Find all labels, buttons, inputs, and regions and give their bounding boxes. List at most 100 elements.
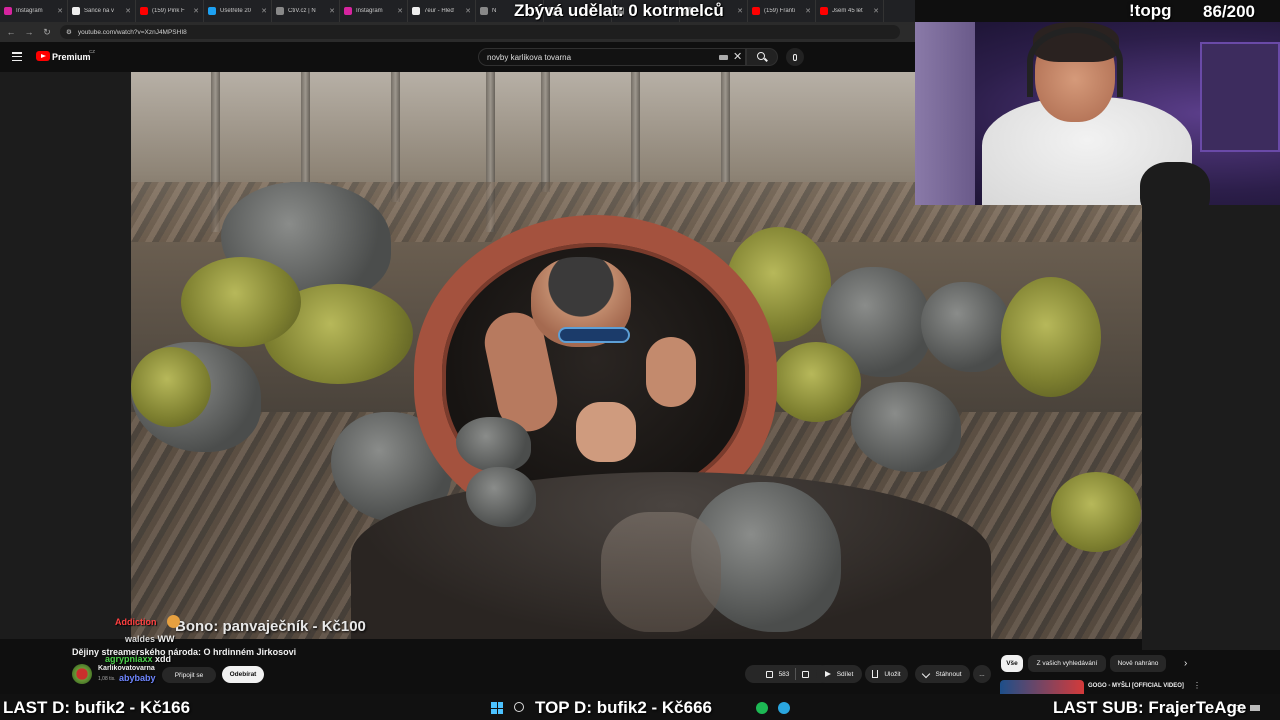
search-icon[interactable] xyxy=(757,52,765,60)
chevron-right-icon[interactable]: › xyxy=(1184,658,1187,669)
url-text: youtube.com/watch?v=XznJ4MPSHI8 xyxy=(77,28,187,36)
tab-label: 7eur - Hleď xyxy=(424,8,455,14)
save-button[interactable]: Uložit xyxy=(865,665,908,683)
chat-username: Addiction xyxy=(115,617,157,627)
browser-address-bar: ← → ↻ ⚙ youtube.com/watch?v=XznJ4MPSHI8 xyxy=(0,22,915,42)
tab-favicon-icon xyxy=(4,7,12,15)
related-video-title[interactable]: GOGO - MYŠLI [OFFICIAL VIDEO] xyxy=(1088,682,1188,690)
join-button[interactable]: Připojit se xyxy=(162,667,216,683)
channel-name[interactable]: Karlikovatovarna xyxy=(98,665,155,672)
share-button[interactable]: Sdílet xyxy=(816,665,862,683)
tab-close-icon[interactable]: ✕ xyxy=(329,7,335,15)
video-sunglasses xyxy=(558,327,630,343)
search-input[interactable]: novby karlikova tovarna xyxy=(478,48,746,66)
like-icon[interactable] xyxy=(765,670,773,678)
related-video-menu-icon[interactable]: ⋮ xyxy=(1193,681,1201,690)
tab-favicon-icon xyxy=(140,7,148,15)
chip-recently-uploaded[interactable]: Nově nahráno xyxy=(1110,655,1166,672)
tab-close-icon[interactable]: ✕ xyxy=(193,7,199,15)
chat-username: waldes xyxy=(125,634,156,644)
tab-close-icon[interactable]: ✕ xyxy=(125,7,131,15)
reload-icon[interactable]: ↻ xyxy=(42,27,52,38)
browser-tab-strip: Instagram ✕ Šance na v ✕ (159) Pink F ✕ Ušetře… xyxy=(0,0,915,22)
video-waterfall xyxy=(601,512,721,632)
stream-counter-text: 86/200 xyxy=(1203,2,1255,21)
tab-close-icon[interactable]: ✕ xyxy=(805,7,811,15)
browser-tab[interactable]: (159) Pink F ✕ xyxy=(136,0,204,22)
tab-favicon-icon xyxy=(752,7,760,15)
microphone-icon xyxy=(793,53,797,61)
video-moss xyxy=(1001,277,1101,397)
tab-close-icon[interactable]: ✕ xyxy=(465,7,471,15)
download-button[interactable]: Stáhnout xyxy=(915,665,970,683)
share-label: Sdílet xyxy=(836,670,854,678)
top-donation-ticker: TOP D: bufik2 - Kč666 xyxy=(535,698,712,717)
browser-tab[interactable]: Instagram ✕ xyxy=(0,0,68,22)
chat-message: waldes WW xyxy=(125,634,175,644)
chat-username: agrypniaxx xyxy=(105,654,153,664)
browser-tab[interactable]: Jsem 45 let ✕ xyxy=(816,0,884,22)
voice-search-button[interactable] xyxy=(786,48,804,66)
hamburger-menu-icon[interactable] xyxy=(12,52,22,61)
chip-all[interactable]: Vše xyxy=(1001,655,1023,672)
tray-battery-icon[interactable] xyxy=(1250,705,1260,711)
tab-favicon-icon xyxy=(412,7,420,15)
url-field[interactable]: ⚙ youtube.com/watch?v=XznJ4MPSHI8 xyxy=(60,25,900,39)
chat-text: WW xyxy=(157,634,175,644)
browser-tab[interactable]: Instagram ✕ xyxy=(340,0,408,22)
tab-close-icon[interactable]: ✕ xyxy=(737,7,743,15)
stream-command-text: !topg xyxy=(1129,1,1172,20)
channel-subscriber-count: 1,08 tis. xyxy=(98,676,116,682)
save-label: Uložit xyxy=(884,670,901,678)
site-info-icon[interactable]: ⚙ xyxy=(66,28,72,36)
like-count[interactable]: 583 xyxy=(779,671,790,678)
page-background-left xyxy=(0,72,131,639)
browser-tab[interactable]: 7eur - Hleď ✕ xyxy=(408,0,476,22)
taskbar-app-icon[interactable] xyxy=(778,702,790,714)
more-actions-button[interactable]: ... xyxy=(973,665,991,683)
chat-emote-icon xyxy=(167,615,180,628)
download-icon xyxy=(922,669,931,679)
tab-label: ČtiV.cz | N xyxy=(288,8,316,14)
channel-avatar[interactable] xyxy=(72,664,92,684)
subscribe-button[interactable]: Odebírat xyxy=(222,666,264,683)
divider xyxy=(795,668,797,680)
tab-favicon-icon xyxy=(208,7,216,15)
youtube-premium-label[interactable]: Premium xyxy=(52,52,91,62)
tab-close-icon[interactable]: ✕ xyxy=(57,7,63,15)
tab-label: (159) Franti xyxy=(764,8,796,14)
chip-from-searches[interactable]: Z vašich vyhledávání xyxy=(1028,655,1106,672)
tab-label: Instagram xyxy=(356,8,383,14)
taskbar-search-icon[interactable] xyxy=(514,702,524,712)
keyboard-icon[interactable] xyxy=(719,55,728,60)
clear-search-icon[interactable]: ✕ xyxy=(733,50,742,63)
chat-username: abybaby xyxy=(119,673,156,683)
last-sub-ticker: LAST SUB: FrajerTeAge xyxy=(1053,698,1247,717)
youtube-logo-icon[interactable] xyxy=(36,51,50,61)
tab-label: Jsem 45 let xyxy=(832,8,863,14)
tab-label: Ušetřete 20 xyxy=(220,8,252,14)
video-moss xyxy=(131,347,211,427)
forward-icon[interactable]: → xyxy=(24,27,34,37)
tab-close-icon[interactable]: ✕ xyxy=(397,7,403,15)
back-icon[interactable]: ← xyxy=(6,27,16,37)
video-moss xyxy=(1051,472,1141,552)
download-label: Stáhnout xyxy=(935,670,962,678)
windows-start-icon[interactable] xyxy=(491,702,503,714)
browser-tab[interactable]: Šance na v ✕ xyxy=(68,0,136,22)
browser-tab[interactable]: ČtiV.cz | N ✕ xyxy=(272,0,340,22)
video-person-hand xyxy=(576,402,636,462)
tab-favicon-icon xyxy=(820,7,828,15)
tab-close-icon[interactable]: ✕ xyxy=(873,7,879,15)
video-tree xyxy=(541,72,550,192)
webcam-feed xyxy=(915,22,1280,205)
bookmark-icon xyxy=(872,670,879,678)
dislike-icon[interactable] xyxy=(802,670,810,678)
tab-favicon-icon xyxy=(344,7,352,15)
browser-tab[interactable]: (159) Franti ✕ xyxy=(748,0,816,22)
search-query: novby karlikova tovarna xyxy=(487,52,572,62)
tab-favicon-icon xyxy=(480,7,488,15)
spotify-icon[interactable] xyxy=(756,702,768,714)
tab-close-icon[interactable]: ✕ xyxy=(261,7,267,15)
browser-tab[interactable]: Ušetřete 20 ✕ xyxy=(204,0,272,22)
